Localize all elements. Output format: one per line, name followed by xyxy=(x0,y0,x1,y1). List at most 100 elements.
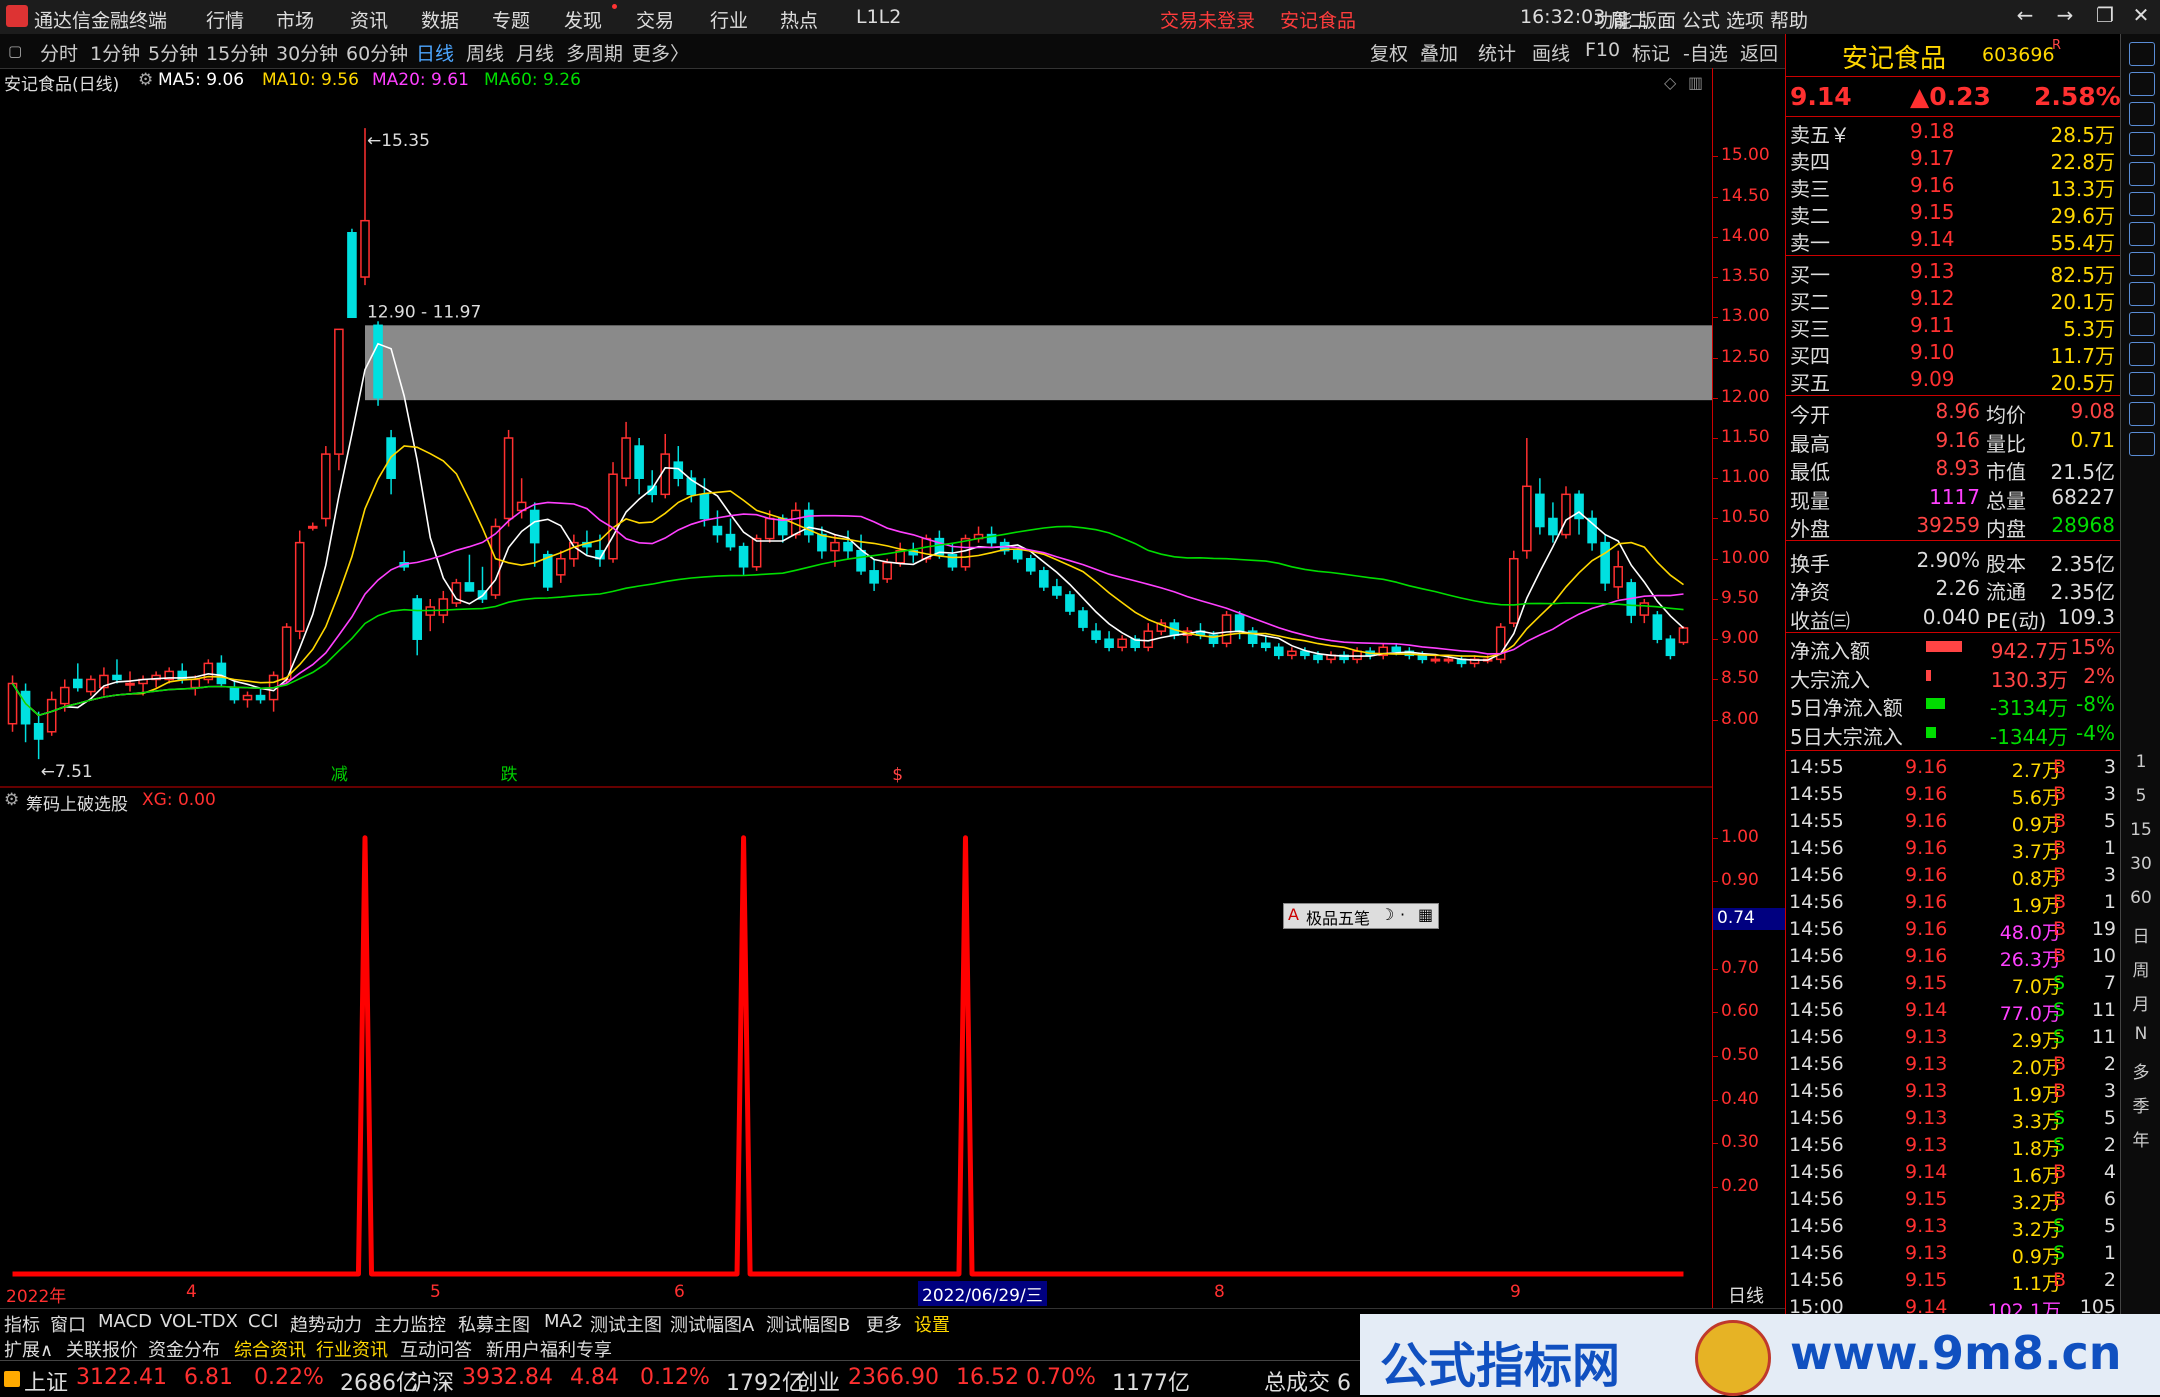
period-5[interactable]: 60分钟 xyxy=(346,39,408,66)
period-7[interactable]: 周线 xyxy=(466,39,504,66)
extension-tab-1[interactable]: 关联报价 xyxy=(66,1336,138,1362)
close-icon[interactable]: ✕ xyxy=(2126,3,2156,29)
ime-moon-icon[interactable]: ☽ xyxy=(1380,905,1394,924)
extension-tab-0[interactable]: 扩展∧ xyxy=(4,1336,53,1362)
period-8[interactable]: 月线 xyxy=(516,39,554,66)
list-icon[interactable] xyxy=(2129,102,2155,126)
move-icon[interactable] xyxy=(2129,372,2155,396)
settings-icon[interactable]: ⚙ xyxy=(138,70,153,90)
bars-icon[interactable] xyxy=(2129,192,2155,216)
period-4[interactable]: 30分钟 xyxy=(276,39,338,66)
tick-time: 14:56 xyxy=(1789,1242,1844,1264)
pen-icon[interactable] xyxy=(2129,402,2155,426)
restore-icon[interactable]: ❐ xyxy=(2090,3,2120,29)
menu-7[interactable]: 行业 xyxy=(710,6,748,33)
date-label-0: 2022年 xyxy=(6,1287,67,1307)
right-menu-2[interactable]: 公式 xyxy=(1682,6,1720,33)
tool-3[interactable]: 画线 xyxy=(1532,39,1570,66)
menu-8[interactable]: 热点 xyxy=(780,6,818,33)
menu-3[interactable]: 数据 xyxy=(421,6,459,33)
sidebar-period-7[interactable]: 月 xyxy=(2121,990,2160,1015)
tool-1[interactable]: 叠加 xyxy=(1420,39,1458,66)
f12-icon[interactable] xyxy=(2129,252,2155,276)
ime-keyboard-icon[interactable]: ▦ xyxy=(1418,905,1433,924)
tool-0[interactable]: 复权 xyxy=(1370,39,1408,66)
indicator-tab-8[interactable]: MA2 xyxy=(544,1311,583,1332)
ask-price: 9.18 xyxy=(1910,119,1955,143)
price-tickmark xyxy=(1713,236,1718,238)
tick-price: 9.13 xyxy=(1905,1134,1948,1156)
right-menu-1[interactable]: 版面 xyxy=(1638,6,1676,33)
stat-label-2: 市值 xyxy=(1986,460,2026,484)
collapse-icon[interactable]: ▢ xyxy=(8,42,22,60)
up-arrow-icon[interactable] xyxy=(2129,42,2155,66)
candle-body xyxy=(960,537,971,568)
forward-icon[interactable]: → xyxy=(2050,3,2080,29)
period-10[interactable]: 更多〉 xyxy=(632,39,689,66)
right-menu-4[interactable]: 帮助 xyxy=(1770,6,1808,33)
tick-time: 14:56 xyxy=(1789,945,1844,967)
tool-7[interactable]: 返回 xyxy=(1740,39,1778,66)
box-icon[interactable] xyxy=(2129,282,2155,306)
screen-icon[interactable] xyxy=(2129,432,2155,456)
sidebar-period-10[interactable]: 季 xyxy=(2121,1092,2160,1117)
sidebar-period-0[interactable]: 1 xyxy=(2121,752,2160,772)
right-menu-0[interactable]: 功能 xyxy=(1594,6,1632,33)
kline-chart[interactable]: 12.90 - 11.9710.00 - 9.90←15.35←7.51减跌$财… xyxy=(0,68,1712,788)
tool-6[interactable]: -自选 xyxy=(1683,39,1728,66)
indicator-tab-3[interactable]: VOL-TDX xyxy=(160,1311,238,1332)
extension-tab-6[interactable]: 新用户福利专享 xyxy=(486,1336,612,1362)
ask-vol: 28.5万 xyxy=(2050,123,2115,147)
period-6[interactable]: 日线 xyxy=(416,39,454,66)
sidebar-period-9[interactable]: 多 xyxy=(2121,1058,2160,1083)
right-menu-3[interactable]: 选项 xyxy=(1726,6,1764,33)
period-9[interactable]: 多周期 xyxy=(566,39,623,66)
index-value: 2366.90 xyxy=(848,1365,939,1390)
menu-9[interactable]: L1L2 xyxy=(856,6,901,28)
ime-punct-icon[interactable]: · xyxy=(1400,905,1405,924)
indicator-tab-4[interactable]: CCI xyxy=(248,1311,278,1332)
tool-5[interactable]: 标记 xyxy=(1632,39,1670,66)
tick-time: 14:56 xyxy=(1789,1215,1844,1237)
sidebar-period-3[interactable]: 30 xyxy=(2121,854,2160,874)
indicator-tab-2[interactable]: MACD xyxy=(98,1311,152,1332)
period-1[interactable]: 1分钟 xyxy=(90,39,140,66)
grid-icon[interactable] xyxy=(2129,132,2155,156)
chart-icon[interactable] xyxy=(2129,162,2155,186)
tool-2[interactable]: 统计 xyxy=(1478,39,1516,66)
center-menu-0[interactable]: 交易未登录 xyxy=(1160,6,1255,33)
f10-icon[interactable] xyxy=(2129,222,2155,246)
down-arrow-icon[interactable] xyxy=(2129,72,2155,96)
extension-tab-5[interactable]: 互动问答 xyxy=(400,1336,472,1362)
menu-2[interactable]: 资讯 xyxy=(350,6,388,33)
center-menu-1[interactable]: 安记食品 xyxy=(1280,6,1356,33)
sidebar-period-1[interactable]: 5 xyxy=(2121,786,2160,806)
menu-5[interactable]: 发现 xyxy=(564,6,602,33)
tool-4[interactable]: F10 xyxy=(1585,39,1620,61)
gear-icon[interactable] xyxy=(2129,342,2155,366)
sub-tickmark xyxy=(1713,881,1718,883)
rsi-icon[interactable] xyxy=(2129,312,2155,336)
extension-tab-3[interactable]: 综合资讯 xyxy=(234,1336,306,1362)
sidebar-period-4[interactable]: 60 xyxy=(2121,888,2160,908)
extension-tab-2[interactable]: 资金分布 xyxy=(148,1336,220,1362)
period-0[interactable]: 分时 xyxy=(40,39,78,66)
sidebar-period-2[interactable]: 15 xyxy=(2121,820,2160,840)
menu-0[interactable]: 行情 xyxy=(206,6,244,33)
menu-6[interactable]: 交易 xyxy=(636,6,674,33)
xg-indicator-chart[interactable] xyxy=(0,788,1712,1280)
sidebar-period-11[interactable]: 年 xyxy=(2121,1126,2160,1151)
ask-price: 9.17 xyxy=(1910,146,1955,170)
sidebar-period-6[interactable]: 周 xyxy=(2121,956,2160,981)
period-3[interactable]: 15分钟 xyxy=(206,39,268,66)
tick-row-9: 14:56 9.14 77.0万 S 11 xyxy=(1785,998,2120,1025)
menu-1[interactable]: 市场 xyxy=(276,6,314,33)
sidebar-period-8[interactable]: N xyxy=(2121,1024,2160,1044)
sidebar-period-5[interactable]: 日 xyxy=(2121,922,2160,947)
ime-toolbar[interactable]: A 极品五笔 ☽ · ▦ xyxy=(1283,903,1439,929)
indicator-menu-icon[interactable]: ⚙ xyxy=(4,790,19,810)
extension-tab-4[interactable]: 行业资讯 xyxy=(316,1336,388,1362)
back-icon[interactable]: ← xyxy=(2010,3,2040,29)
period-2[interactable]: 5分钟 xyxy=(148,39,198,66)
menu-4[interactable]: 专题 xyxy=(492,6,530,33)
